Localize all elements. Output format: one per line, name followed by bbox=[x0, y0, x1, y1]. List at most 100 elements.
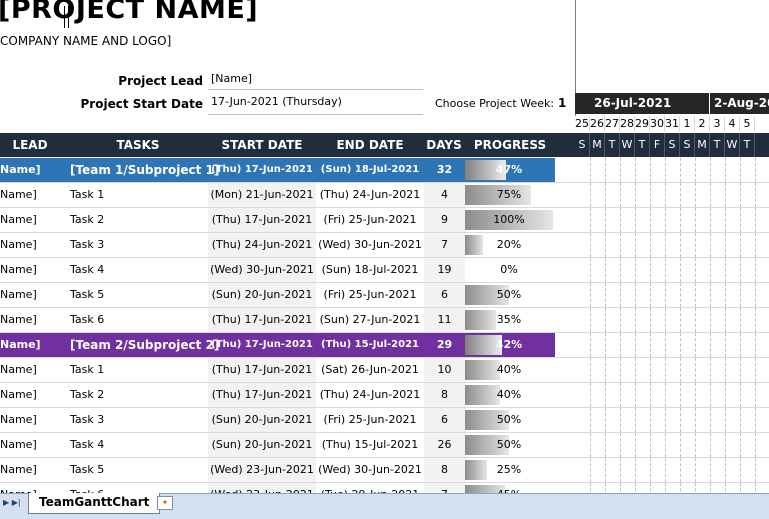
progress-cell[interactable]: 42% bbox=[465, 335, 553, 355]
end-date-cell[interactable]: (Fri) 25-Jun-2021 bbox=[316, 208, 424, 232]
start-date-cell[interactable]: (Thu) 17-Jun-2021 bbox=[208, 333, 316, 357]
days-cell[interactable]: 19 bbox=[424, 258, 465, 282]
company-name[interactable]: COMPANY NAME AND LOGO] bbox=[0, 34, 171, 48]
lead-cell[interactable]: Name] bbox=[0, 208, 66, 232]
end-date-cell[interactable]: (Thu) 24-Jun-2021 bbox=[316, 383, 424, 407]
gantt-timeline-cells[interactable] bbox=[575, 358, 769, 382]
week-input[interactable]: 1 bbox=[558, 96, 566, 110]
end-date-cell[interactable]: (Thu) 15-Jul-2021 bbox=[316, 433, 424, 457]
days-cell[interactable]: 10 bbox=[424, 358, 465, 382]
start-date-cell[interactable]: (Thu) 17-Jun-2021 bbox=[208, 158, 316, 182]
table-row[interactable]: Name] Task 2 (Thu) 17-Jun-2021 (Thu) 24-Jun… bbox=[0, 383, 769, 408]
progress-cell[interactable]: 25% bbox=[465, 460, 553, 480]
group-row[interactable]: Name] [Team 1/Subproject 1] (Thu) 17-Jun-2… bbox=[0, 158, 769, 183]
days-cell[interactable]: 6 bbox=[424, 408, 465, 432]
start-date-cell[interactable]: (Wed) 30-Jun-2021 bbox=[208, 258, 316, 282]
table-row[interactable]: Name] Task 6 (Thu) 17-Jun-2021 (Sun) 27-Jun… bbox=[0, 308, 769, 333]
gantt-timeline-cells[interactable] bbox=[575, 183, 769, 207]
column-header-progress[interactable]: PROGRESS bbox=[465, 133, 555, 157]
end-date-cell[interactable]: (Sun) 18-Jul-2021 bbox=[316, 258, 424, 282]
end-date-cell[interactable]: (Sun) 18-Jul-2021 bbox=[316, 158, 424, 182]
task-cell[interactable]: Task 1 bbox=[70, 183, 104, 207]
start-date-cell[interactable]: (Sun) 20-Jun-2021 bbox=[208, 433, 316, 457]
column-header-lead[interactable]: LEAD bbox=[0, 133, 60, 157]
lead-cell[interactable]: Name] bbox=[0, 308, 66, 332]
progress-cell[interactable]: 47% bbox=[465, 160, 553, 180]
days-cell[interactable]: 8 bbox=[424, 458, 465, 482]
table-row[interactable]: Name] Task 4 (Wed) 30-Jun-2021 (Sun) 18-Jul… bbox=[0, 258, 769, 283]
task-cell[interactable]: Task 6 bbox=[70, 308, 104, 332]
lead-cell[interactable]: Name] bbox=[0, 358, 66, 382]
days-cell[interactable]: 6 bbox=[424, 283, 465, 307]
progress-cell[interactable]: 100% bbox=[465, 210, 553, 230]
table-row[interactable]: Name] Task 1 (Mon) 21-Jun-2021 (Thu) 24-Jun… bbox=[0, 183, 769, 208]
days-cell[interactable]: 8 bbox=[424, 383, 465, 407]
column-header-tasks[interactable]: TASKS bbox=[68, 133, 208, 157]
task-cell[interactable]: Task 4 bbox=[70, 433, 104, 457]
end-date-cell[interactable]: (Wed) 30-Jun-2021 bbox=[316, 233, 424, 257]
group-row[interactable]: Name] [Team 2/Subproject 2] (Thu) 17-Jun-2… bbox=[0, 333, 769, 358]
days-cell[interactable]: 7 bbox=[424, 233, 465, 257]
progress-cell[interactable]: 50% bbox=[465, 410, 553, 430]
end-date-cell[interactable]: (Thu) 15-Jul-2021 bbox=[316, 333, 424, 357]
progress-cell[interactable]: 40% bbox=[465, 385, 553, 405]
column-header-start[interactable]: START DATE bbox=[208, 133, 316, 157]
lead-cell[interactable]: Name] bbox=[0, 408, 66, 432]
gantt-timeline-cells[interactable] bbox=[575, 158, 769, 182]
end-date-cell[interactable]: (Fri) 25-Jun-2021 bbox=[316, 408, 424, 432]
days-cell[interactable]: 11 bbox=[424, 308, 465, 332]
progress-cell[interactable]: 20% bbox=[465, 235, 553, 255]
lead-cell[interactable]: Name] bbox=[0, 333, 66, 357]
column-header-days[interactable]: DAYS bbox=[424, 133, 464, 157]
progress-cell[interactable]: 40% bbox=[465, 360, 553, 380]
days-cell[interactable]: 32 bbox=[424, 158, 465, 182]
start-date-cell[interactable]: (Thu) 17-Jun-2021 bbox=[208, 308, 316, 332]
table-row[interactable]: Name] Task 5 (Wed) 23-Jun-2021 (Wed) 30-Jun… bbox=[0, 458, 769, 483]
end-date-cell[interactable]: (Wed) 30-Jun-2021 bbox=[316, 458, 424, 482]
start-date-cell[interactable]: (Thu) 24-Jun-2021 bbox=[208, 233, 316, 257]
gantt-timeline-cells[interactable] bbox=[575, 308, 769, 332]
progress-cell[interactable]: 75% bbox=[465, 185, 553, 205]
start-date-cell[interactable]: (Sun) 20-Jun-2021 bbox=[208, 408, 316, 432]
gantt-timeline-cells[interactable] bbox=[575, 208, 769, 232]
progress-cell[interactable]: 35% bbox=[465, 310, 553, 330]
lead-cell[interactable]: Name] bbox=[0, 283, 66, 307]
gantt-timeline-cells[interactable] bbox=[575, 283, 769, 307]
start-date-cell[interactable]: (Thu) 17-Jun-2021 bbox=[208, 358, 316, 382]
task-cell[interactable]: Task 2 bbox=[70, 208, 104, 232]
start-date-cell[interactable]: (Mon) 21-Jun-2021 bbox=[208, 183, 316, 207]
start-date-field[interactable]: 17-Jun-2021 (Thursday) bbox=[208, 95, 423, 115]
start-date-cell[interactable]: (Thu) 17-Jun-2021 bbox=[208, 383, 316, 407]
gantt-timeline-cells[interactable] bbox=[575, 458, 769, 482]
project-title[interactable]: [PROJECT NAME] bbox=[0, 0, 258, 25]
task-cell[interactable]: [Team 1/Subproject 1] bbox=[70, 158, 219, 182]
lead-cell[interactable]: Name] bbox=[0, 158, 66, 182]
lead-cell[interactable]: Name] bbox=[0, 258, 66, 282]
lead-cell[interactable]: Name] bbox=[0, 233, 66, 257]
column-header-end[interactable]: END DATE bbox=[316, 133, 424, 157]
days-cell[interactable]: 9 bbox=[424, 208, 465, 232]
days-cell[interactable]: 4 bbox=[424, 183, 465, 207]
task-cell[interactable]: Task 3 bbox=[70, 233, 104, 257]
gantt-timeline-cells[interactable] bbox=[575, 233, 769, 257]
table-row[interactable]: Name] Task 4 (Sun) 20-Jun-2021 (Thu) 15-Jul… bbox=[0, 433, 769, 458]
new-sheet-icon[interactable]: ✦ bbox=[157, 496, 173, 510]
table-row[interactable]: Name] Task 3 (Thu) 24-Jun-2021 (Wed) 30-Jun… bbox=[0, 233, 769, 258]
lead-cell[interactable]: Name] bbox=[0, 383, 66, 407]
task-cell[interactable]: Task 4 bbox=[70, 258, 104, 282]
project-lead-field[interactable]: [Name] bbox=[208, 72, 423, 90]
progress-cell[interactable]: 50% bbox=[465, 285, 553, 305]
days-cell[interactable]: 26 bbox=[424, 433, 465, 457]
task-cell[interactable]: Task 1 bbox=[70, 358, 104, 382]
lead-cell[interactable]: Name] bbox=[0, 458, 66, 482]
progress-cell[interactable]: 0% bbox=[465, 260, 553, 280]
start-date-cell[interactable]: (Wed) 23-Jun-2021 bbox=[208, 458, 316, 482]
task-cell[interactable]: Task 5 bbox=[70, 283, 104, 307]
lead-cell[interactable]: Name] bbox=[0, 433, 66, 457]
task-cell[interactable]: [Team 2/Subproject 2] bbox=[70, 333, 219, 357]
end-date-cell[interactable]: (Sun) 27-Jun-2021 bbox=[316, 308, 424, 332]
end-date-cell[interactable]: (Sat) 26-Jun-2021 bbox=[316, 358, 424, 382]
end-date-cell[interactable]: (Thu) 24-Jun-2021 bbox=[316, 183, 424, 207]
days-cell[interactable]: 29 bbox=[424, 333, 465, 357]
start-date-cell[interactable]: (Sun) 20-Jun-2021 bbox=[208, 283, 316, 307]
